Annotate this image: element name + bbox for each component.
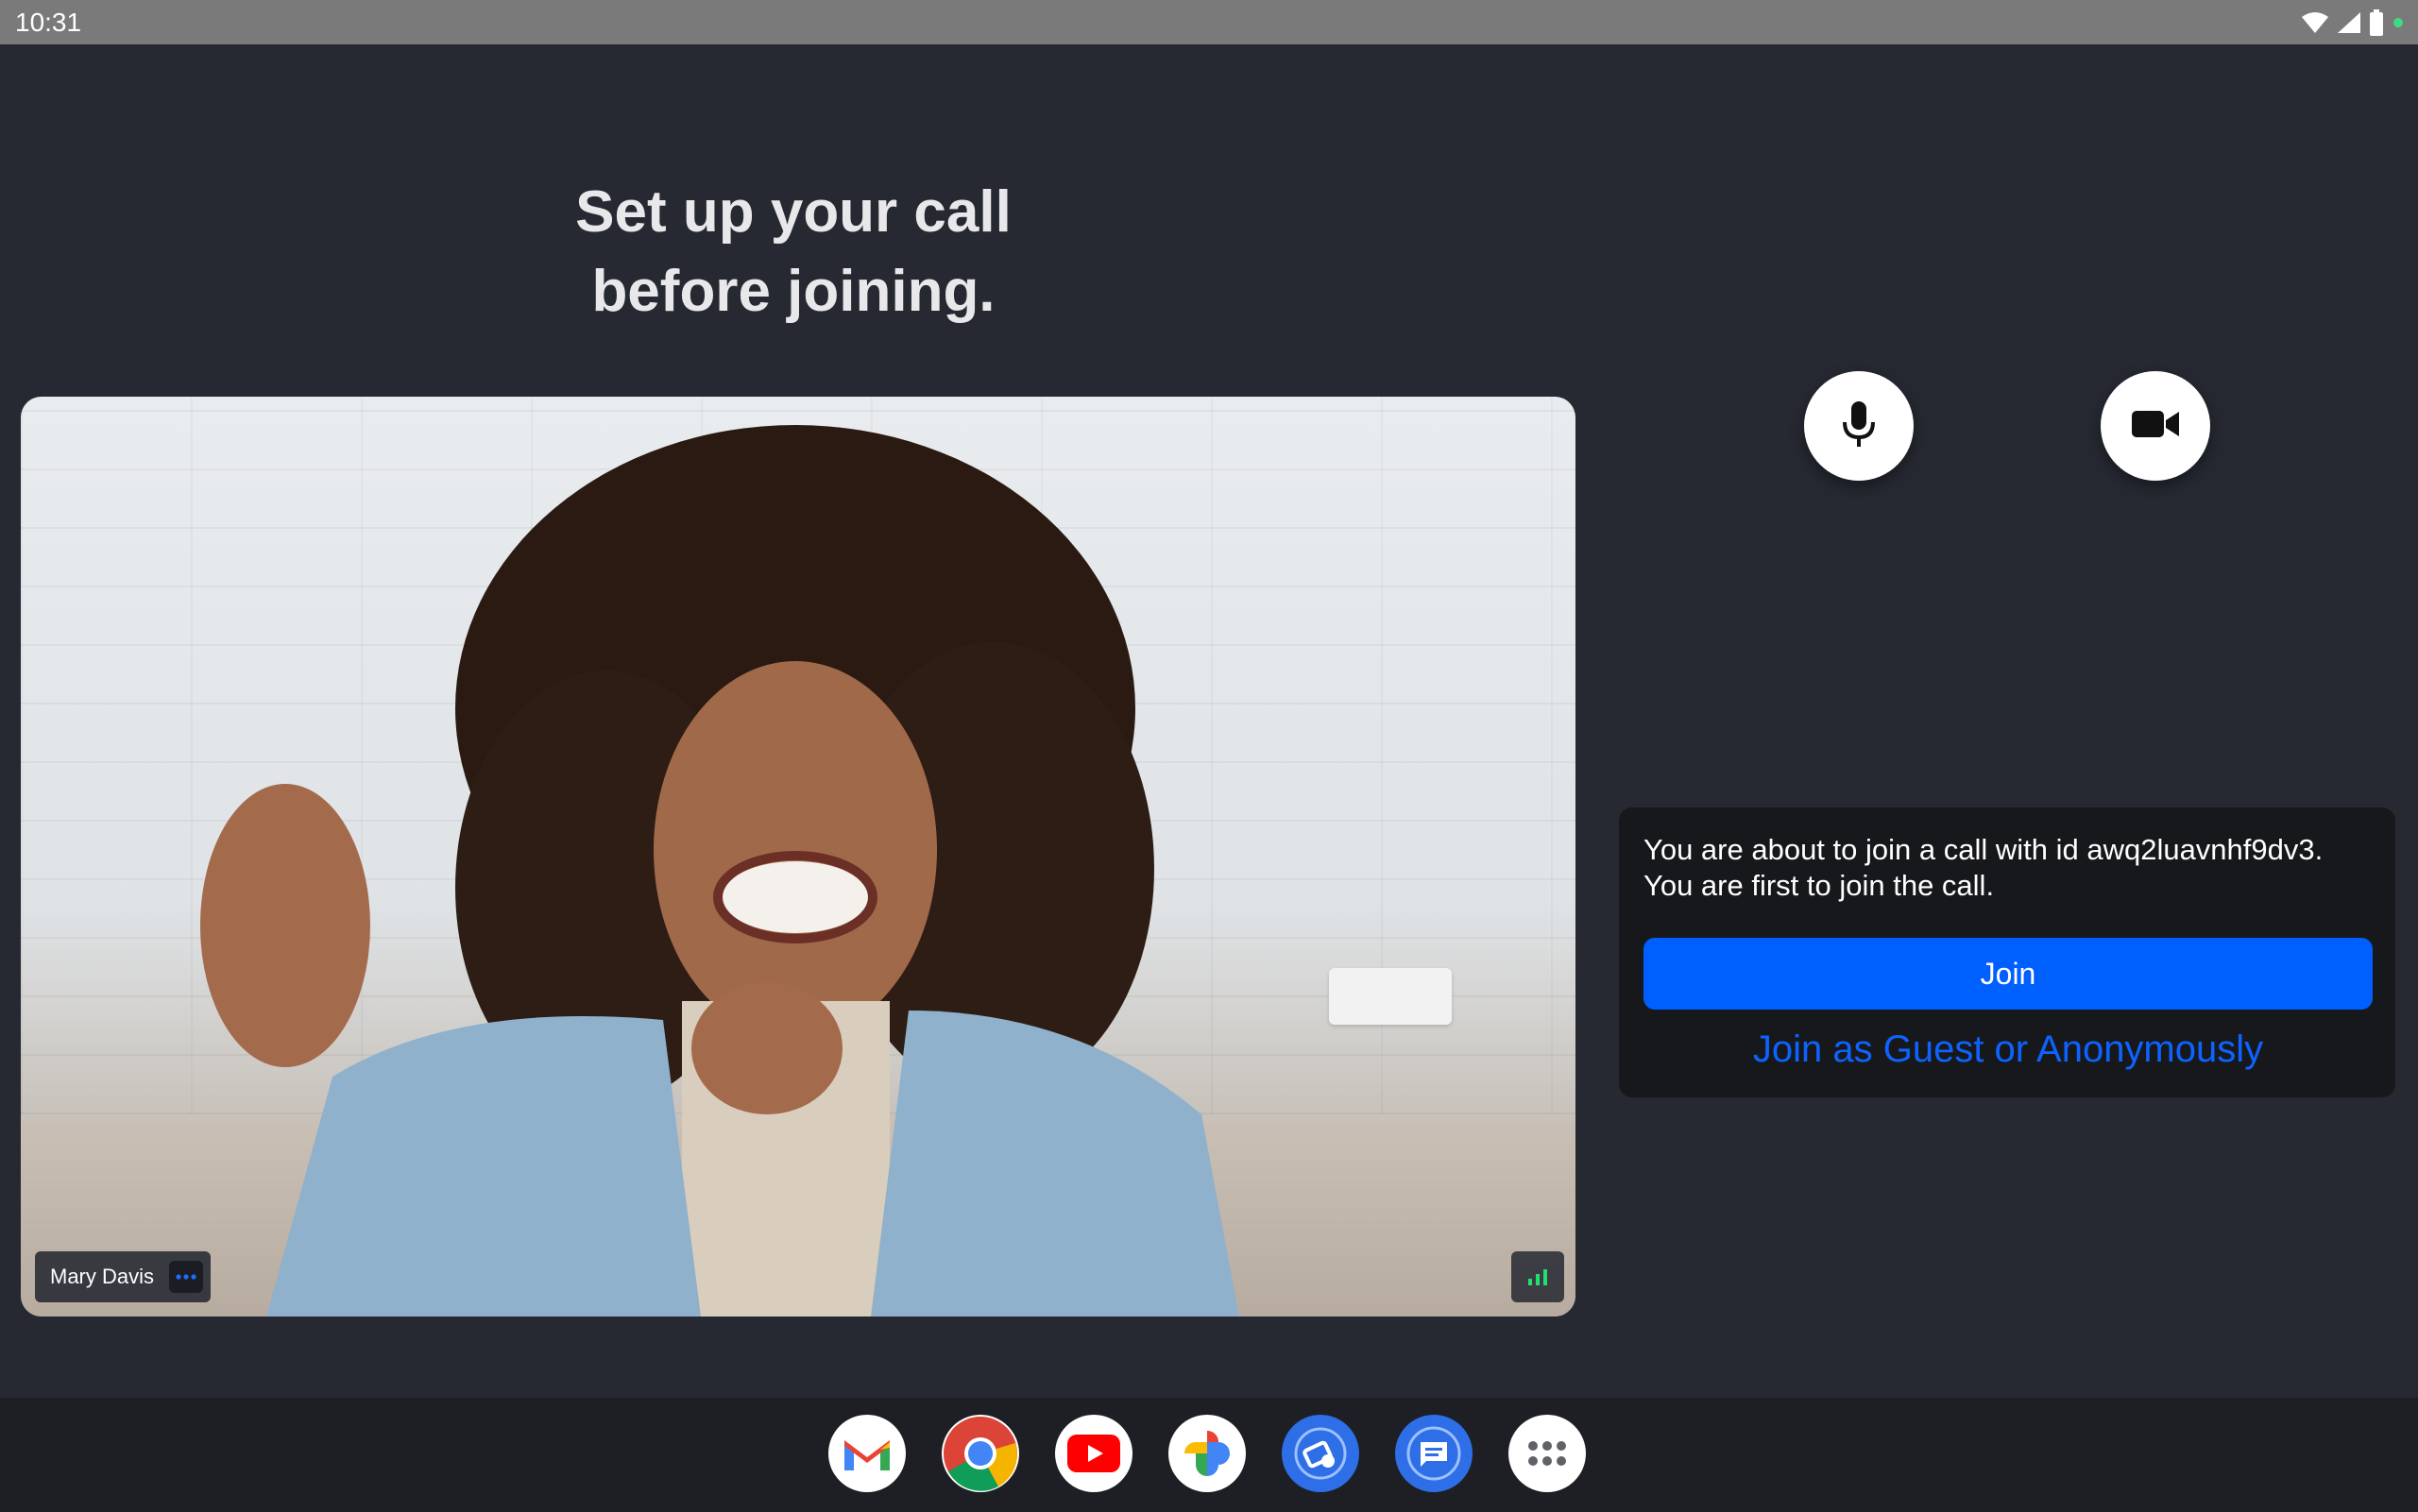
join-call-card: You are about to join a call with id awq… — [1619, 807, 2395, 1097]
video-camera-icon — [2131, 408, 2180, 445]
dot-indicator-icon — [2392, 16, 2405, 29]
participant-photo — [200, 425, 1239, 1317]
microphone-toggle-button[interactable] — [1804, 371, 1914, 481]
taskbar — [0, 1398, 2418, 1512]
app-dock — [828, 1415, 1586, 1492]
status-icons — [2301, 8, 2405, 38]
page-title: Set up your call before joining. — [482, 173, 1105, 331]
title-line-1: Set up your call — [575, 179, 1012, 245]
cell-signal-icon — [2337, 11, 2361, 34]
more-dots-icon[interactable] — [169, 1261, 204, 1293]
messages-icon[interactable] — [1395, 1415, 1473, 1492]
join-call-id-text: You are about to join a call with id awq… — [1643, 833, 2324, 866]
participant-name-tag: Mary Davis — [35, 1251, 212, 1302]
status-bar: 10:31 — [0, 0, 2418, 44]
youtube-icon[interactable] — [1055, 1415, 1132, 1492]
battery-icon — [2369, 9, 2384, 36]
app-drawer-icon[interactable] — [1508, 1415, 1586, 1492]
network-quality-icon — [1511, 1251, 1564, 1302]
photos-icon[interactable] — [1168, 1415, 1246, 1492]
video-preview: Mary Davis — [21, 397, 1575, 1317]
status-time: 10:31 — [15, 8, 82, 37]
camera-toggle-button[interactable] — [2101, 371, 2210, 481]
gmail-icon[interactable] — [828, 1415, 906, 1492]
join-call-message: You are about to join a call with id awq… — [1643, 832, 2380, 904]
title-line-2: before joining. — [591, 259, 996, 324]
join-as-guest-link[interactable]: Join as Guest or Anonymously — [1643, 1023, 2373, 1076]
microphone-icon — [1840, 399, 1878, 453]
first-to-join-text: You are first to join the call. — [1643, 869, 1995, 902]
chrome-icon[interactable] — [942, 1415, 1019, 1492]
app-icon[interactable] — [1282, 1415, 1359, 1492]
participant-name: Mary Davis — [50, 1265, 155, 1288]
join-button[interactable]: Join — [1643, 938, 2373, 1010]
wifi-icon — [2301, 11, 2329, 34]
